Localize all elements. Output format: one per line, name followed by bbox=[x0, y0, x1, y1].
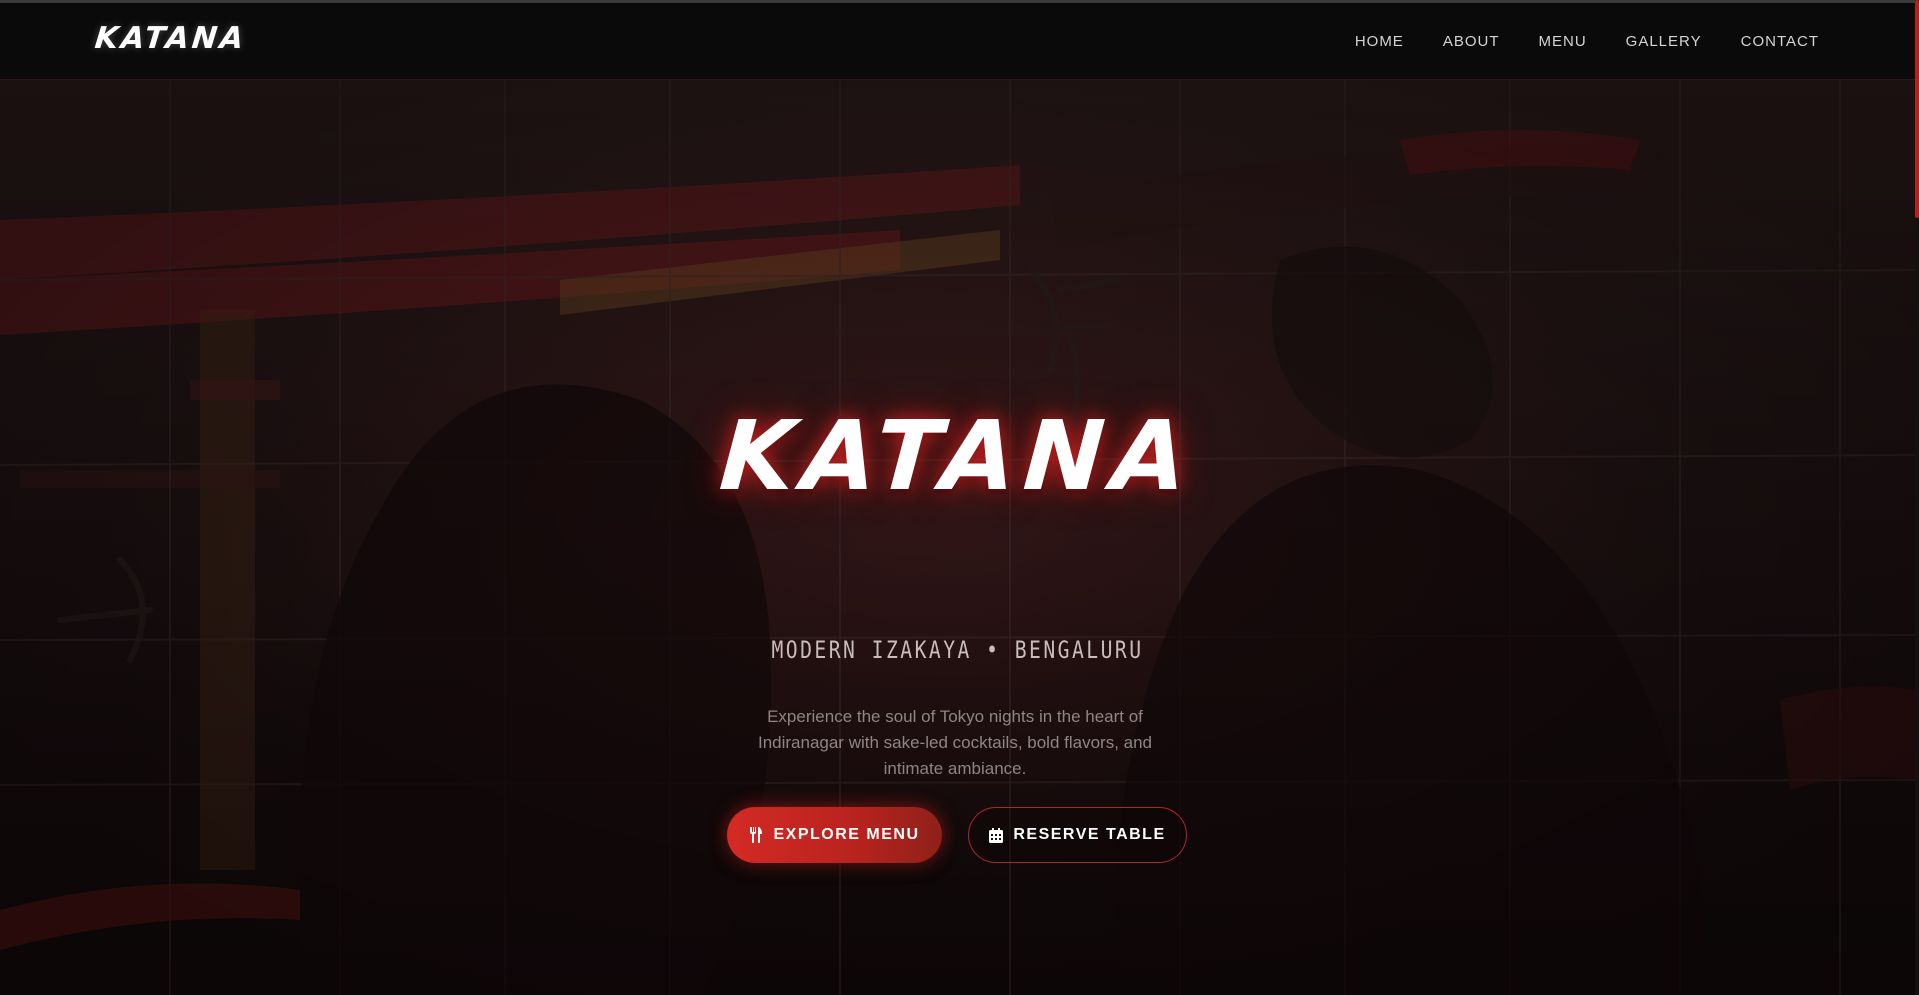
utensils-icon bbox=[749, 827, 763, 843]
hero-subtitle: MODERN IZAKAYA • BENGALURU bbox=[771, 636, 1144, 664]
nav-link-menu[interactable]: MENU bbox=[1539, 33, 1587, 50]
scrollbar-thumb[interactable] bbox=[1915, 0, 1919, 218]
nav-link-gallery[interactable]: GALLERY bbox=[1626, 33, 1702, 50]
calendar-icon bbox=[989, 827, 1004, 843]
explore-menu-label: EXPLORE MENU bbox=[773, 826, 920, 843]
hero-title: KATANA bbox=[716, 400, 1199, 512]
page: KATANA HOME ABOUT MENU GALLERY CONTACT K… bbox=[0, 0, 1919, 995]
nav-link-contact[interactable]: CONTACT bbox=[1741, 33, 1819, 50]
top-navbar: KATANA HOME ABOUT MENU GALLERY CONTACT bbox=[0, 0, 1919, 80]
explore-menu-button[interactable]: EXPLORE MENU bbox=[727, 807, 942, 863]
hero-section: KATANA MODERN IZAKAYA • BENGALURU Experi… bbox=[0, 80, 1915, 995]
reserve-table-button[interactable]: RESERVE TABLE bbox=[968, 807, 1187, 863]
hero-description: Experience the soul of Tokyo nights in t… bbox=[757, 707, 1153, 778]
nav-link-home[interactable]: HOME bbox=[1355, 33, 1404, 50]
nav-links: HOME ABOUT MENU GALLERY CONTACT bbox=[1355, 33, 1819, 50]
page-scrollbar[interactable] bbox=[1915, 0, 1919, 995]
nav-link-about[interactable]: ABOUT bbox=[1443, 33, 1500, 50]
reserve-table-label: RESERVE TABLE bbox=[1013, 826, 1166, 843]
brand-logo[interactable]: KATANA bbox=[93, 21, 248, 56]
hero-content: KATANA MODERN IZAKAYA • BENGALURU Experi… bbox=[0, 80, 1915, 995]
